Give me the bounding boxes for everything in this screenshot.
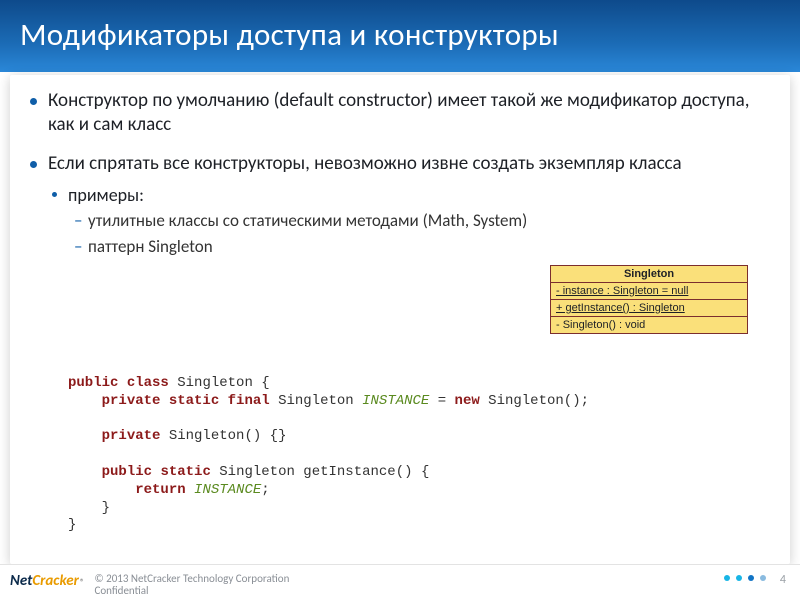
bullet-list: Конструктор по умолчанию (default constr… [30,89,770,257]
copyright-text: © 2013 NetCracker Technology Corporation… [94,573,289,597]
logo-net: Net [10,572,32,590]
bullet-2-sublist: примеры: утилитные классы со статическим… [52,184,770,257]
uml-constructor: - Singleton() : void [551,317,747,333]
bullet-1: Конструктор по умолчанию (default constr… [30,89,770,138]
uml-field-instance: - instance : Singleton = null [551,283,747,300]
dot-icon [724,575,730,581]
bullet-2-1-sublist: утилитные классы со статическими методам… [74,210,770,257]
slide-body: Конструктор по умолчанию (default constr… [10,75,790,564]
uml-method-getinstance: + getInstance() : Singleton [551,300,747,317]
decorative-dots [724,575,766,581]
bullet-2-1-text: примеры: [68,184,144,206]
page-number: 4 [780,573,786,587]
dot-icon [760,575,766,581]
slide-footer: NetCracker® © 2013 NetCracker Technology… [0,564,800,600]
dot-icon [748,575,754,581]
netcracker-logo: NetCracker® [10,572,84,590]
copyright-line2: Confidential [94,585,289,597]
logo-registered: ® [80,577,85,588]
logo-cracker: Cracker [32,572,79,590]
bullet-2-1-2: паттерн Singleton [74,236,770,257]
uml-class-name: Singleton [551,266,747,283]
bullet-2-1: примеры: утилитные классы со статическим… [52,184,770,257]
bullet-2-1-1: утилитные классы со статическими методам… [74,210,770,231]
bullet-2-text: Если спрятать все конструкторы, невозмож… [48,152,682,175]
slide: Модификаторы доступа и конструкторы Конс… [0,0,800,600]
code-block: public class Singleton { private static … [68,375,589,535]
slide-title: Модификаторы доступа и конструкторы [20,16,780,54]
dot-icon [736,575,742,581]
slide-header: Модификаторы доступа и конструкторы [0,0,800,72]
uml-diagram-singleton: Singleton - instance : Singleton = null … [550,265,748,334]
bullet-2: Если спрятать все конструкторы, невозмож… [30,152,770,257]
